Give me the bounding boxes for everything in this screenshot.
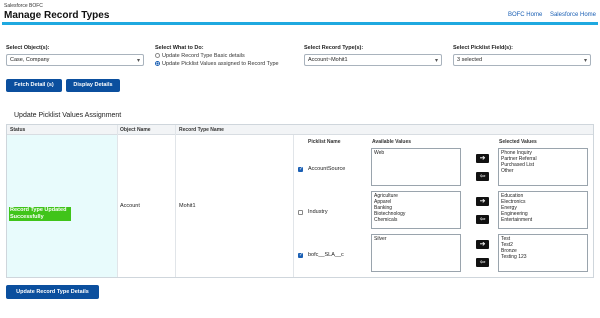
status-cell: Record Type Updated Successfully: [7, 135, 117, 277]
available-values-list-accountsource[interactable]: Web: [371, 148, 461, 186]
header-record-type-name: Record Type Name: [179, 127, 224, 133]
bofc-home-link[interactable]: BOFC Home: [508, 12, 542, 18]
page-title: Manage Record Types: [4, 10, 110, 21]
arrow-left-icon[interactable]: ⇦: [476, 172, 489, 181]
radio-unselected-icon: [155, 53, 160, 58]
picklist-value: 3 selected: [457, 57, 483, 63]
picklist-label: Select Picklist Field(s):: [453, 45, 513, 51]
list-item[interactable]: Entertainment: [501, 217, 585, 223]
chevron-down-icon: ▾: [136, 58, 140, 64]
radio-picklist-values[interactable]: Update Picklist Values assigned to Recor…: [155, 61, 279, 67]
column-divider: [117, 125, 118, 277]
app-name: Salesforce BOFC: [4, 3, 43, 9]
picklist-assignment-grid: Picklist Name Available Values Selected …: [292, 136, 594, 276]
salesforce-home-link[interactable]: Salesforce Home: [550, 12, 596, 18]
list-item[interactable]: Silver: [374, 236, 458, 242]
update-record-type-button[interactable]: Update Record Type Details: [6, 285, 99, 299]
display-details-button[interactable]: Display Details: [66, 79, 120, 92]
list-item[interactable]: Testing 123: [501, 254, 585, 260]
chevron-down-icon: ▾: [434, 58, 438, 64]
header-links: BOFC Home Salesforce Home: [502, 12, 596, 18]
object-name-cell: Account: [120, 203, 140, 209]
record-type-name-cell: Mohit1: [179, 203, 196, 209]
what-label: Select What to Do:: [155, 45, 204, 51]
picklist-checkbox-industry[interactable]: [298, 210, 303, 215]
list-item[interactable]: Other: [501, 168, 585, 174]
available-values-list-sla[interactable]: Silver: [371, 234, 461, 272]
objects-label: Select Object(s):: [6, 45, 50, 51]
chevron-down-icon: ▾: [583, 58, 587, 64]
header-available-values: Available Values: [372, 139, 412, 145]
fetch-details-button[interactable]: Fetch Detail (s): [6, 79, 62, 92]
arrow-left-icon[interactable]: ⇦: [476, 215, 489, 224]
status-message: Record Type Updated Successfully: [9, 207, 71, 221]
record-type-value: Account~Mohit1: [308, 57, 348, 63]
arrow-right-icon[interactable]: ➔: [476, 154, 489, 163]
header-object-name: Object Name: [120, 127, 151, 133]
objects-select[interactable]: Case, Company ▾: [6, 54, 144, 66]
selected-values-list-industry[interactable]: Education Electronics Energy Engineering…: [498, 191, 588, 229]
picklist-select[interactable]: 3 selected ▾: [453, 54, 591, 66]
arrow-left-icon[interactable]: ⇦: [476, 258, 489, 267]
available-values-list-industry[interactable]: Agriculture Apparel Banking Biotechnolog…: [371, 191, 461, 229]
radio-basic-details[interactable]: Update Record Type Basic details: [155, 53, 245, 59]
column-divider: [175, 125, 176, 277]
header-status: Status: [10, 127, 26, 133]
picklist-checkbox-sla[interactable]: [298, 252, 303, 258]
list-item[interactable]: Web: [374, 150, 458, 156]
radio-label: Update Picklist Values assigned to Recor…: [162, 61, 279, 67]
header-selected-values: Selected Values: [499, 139, 537, 145]
selected-values-list-accountsource[interactable]: Phone Inquiry Partner Referral Purchased…: [498, 148, 588, 186]
record-type-select[interactable]: Account~Mohit1 ▾: [304, 54, 442, 66]
table-header-row: [7, 125, 593, 135]
arrow-right-icon[interactable]: ➔: [476, 240, 489, 249]
arrow-right-icon[interactable]: ➔: [476, 197, 489, 206]
radio-label: Update Record Type Basic details: [162, 53, 245, 59]
picklist-name-accountsource: AccountSource: [308, 166, 346, 172]
header-accent-bar: [2, 22, 598, 25]
picklist-name-industry: Industry: [308, 209, 328, 215]
record-type-label: Select Record Type(s):: [304, 45, 364, 51]
list-item[interactable]: Chemicals: [374, 217, 458, 223]
picklist-name-sla: bofc__SLA__c: [308, 252, 344, 258]
selected-values-list-sla[interactable]: Test Test2 Bronze Testing 123: [498, 234, 588, 272]
objects-value: Case, Company: [10, 57, 50, 63]
page-header: Salesforce BOFC Manage Record Types BOFC…: [0, 0, 600, 28]
section-title: Update Picklist Values Assignment: [14, 112, 122, 119]
radio-selected-icon: [155, 61, 160, 66]
picklist-checkbox-accountsource[interactable]: [298, 166, 303, 172]
header-picklist-name: Picklist Name: [308, 139, 341, 145]
